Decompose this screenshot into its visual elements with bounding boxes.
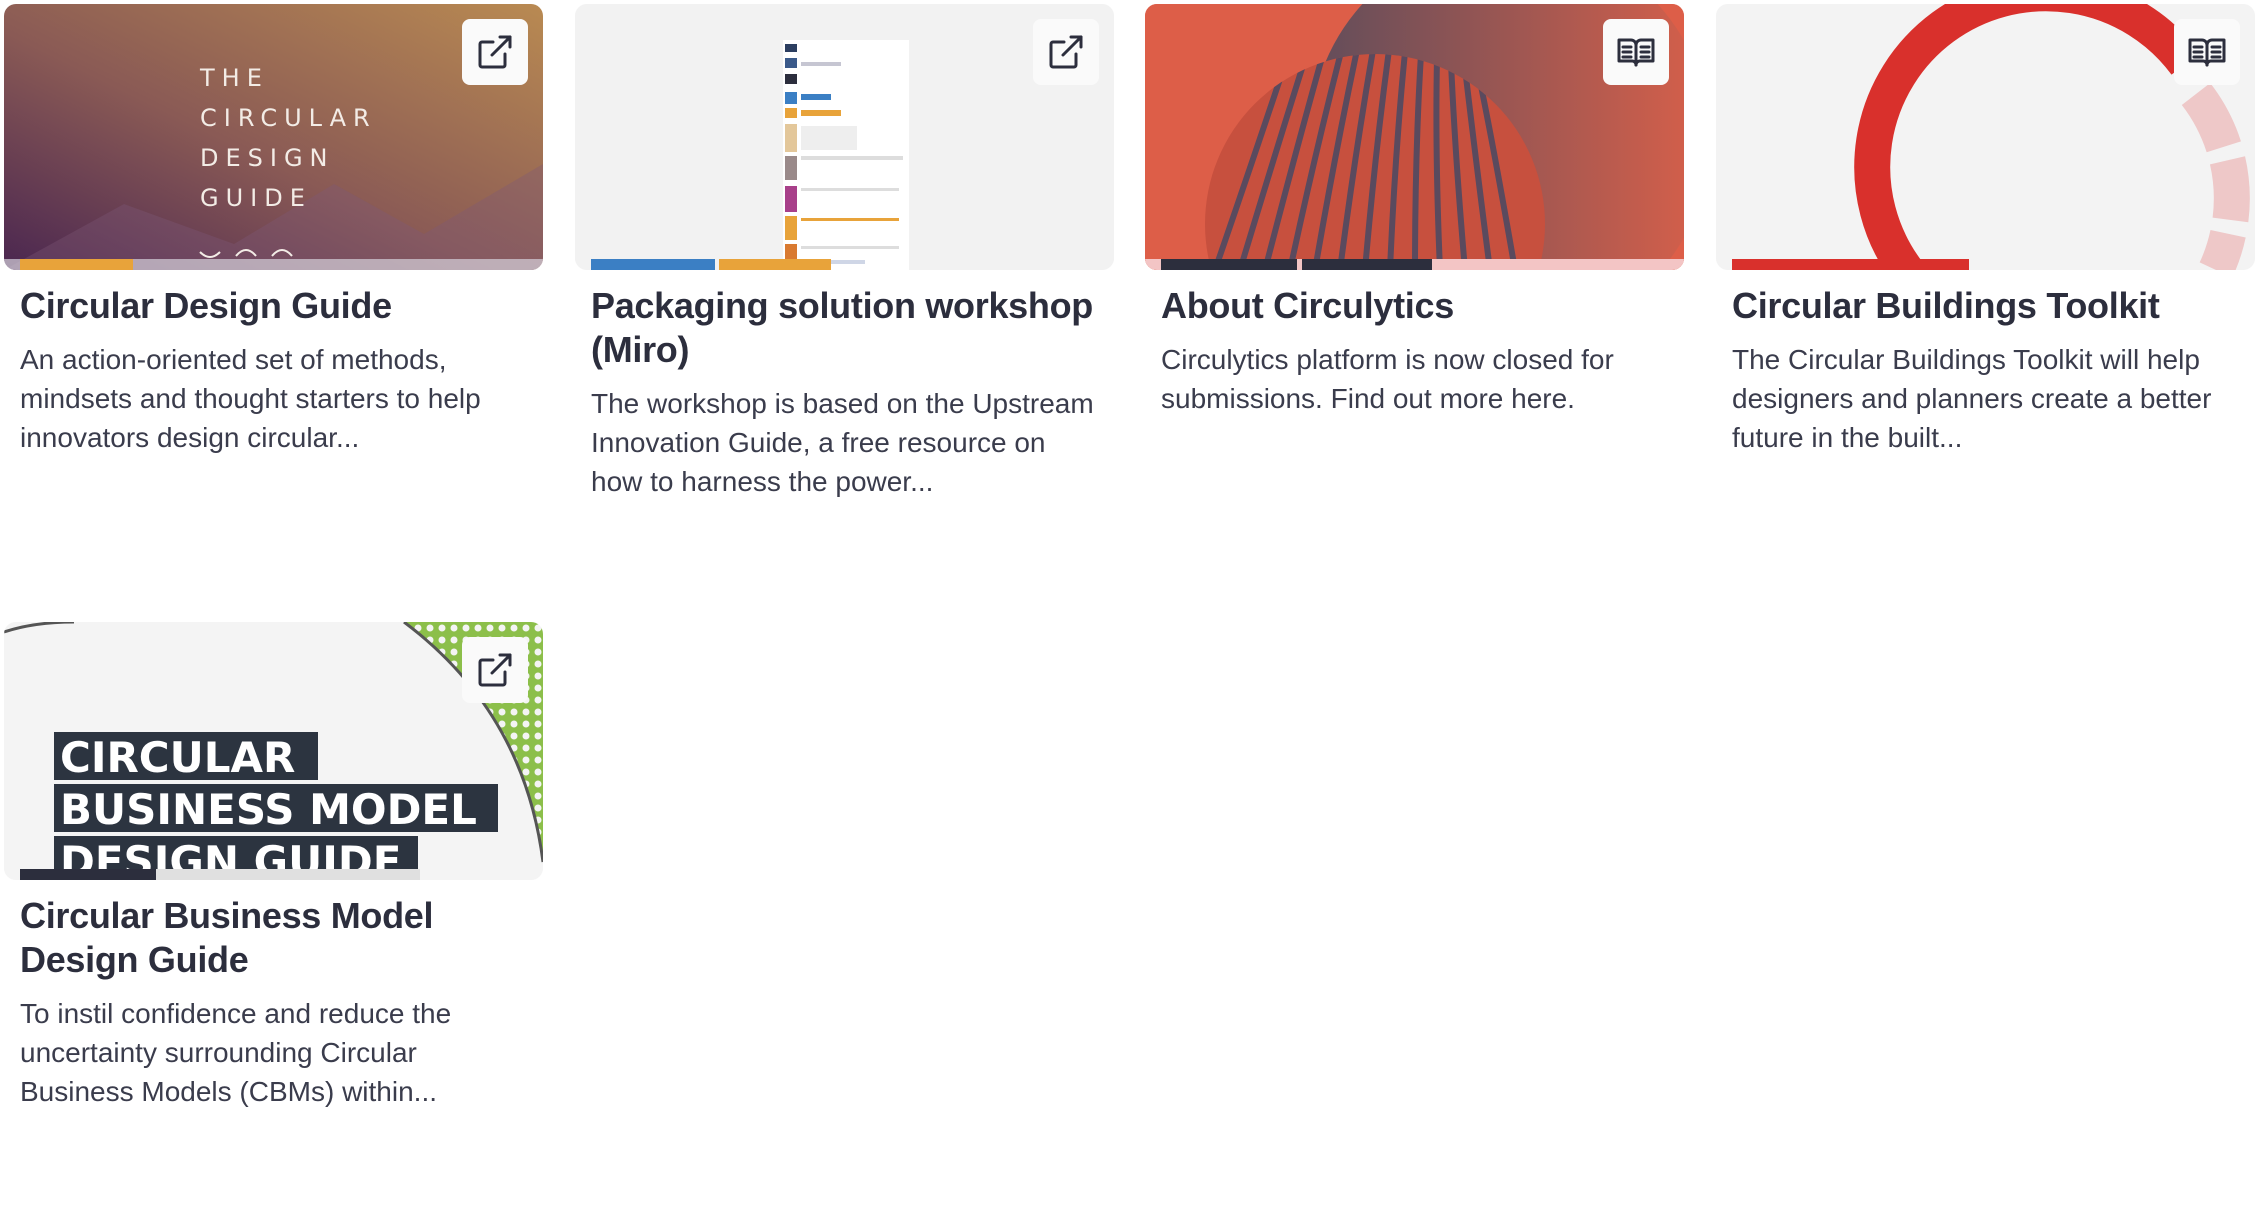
read-article-button[interactable] xyxy=(1603,19,1669,85)
thumbnail-text-line: THE xyxy=(199,64,269,92)
progress-segment xyxy=(20,259,133,270)
progress-segment xyxy=(1302,259,1432,270)
book-open-icon xyxy=(2188,38,2226,67)
resource-card[interactable]: THE CIRCULAR DESIGN GUIDE Circular Desig… xyxy=(4,4,543,457)
thumbnail-text-line: GUIDE xyxy=(200,184,312,212)
book-open-icon xyxy=(1617,38,1655,67)
progress-segment xyxy=(20,869,156,880)
card-thumbnail[interactable] xyxy=(1716,4,2255,270)
progress-segment xyxy=(1161,259,1297,270)
read-article-button[interactable] xyxy=(2174,19,2240,85)
progress-segment xyxy=(1732,259,1969,270)
card-thumbnail[interactable] xyxy=(1145,4,1684,270)
card-thumbnail[interactable]: CIRCULAR BUSINESS MODEL DESIGN GUIDE xyxy=(4,622,543,880)
progress-segment xyxy=(591,259,715,270)
card-description: The workshop is based on the Upstream In… xyxy=(591,388,1094,497)
card-thumbnail[interactable] xyxy=(575,4,1114,270)
resource-card[interactable]: Packaging solution workshop (Miro) The w… xyxy=(575,4,1114,501)
resource-card[interactable]: Circular Buildings Toolkit The Circular … xyxy=(1716,4,2255,457)
card-title[interactable]: Circular Design Guide xyxy=(20,284,527,328)
external-link-button[interactable] xyxy=(462,637,528,703)
external-link-icon xyxy=(478,35,512,69)
external-link-button[interactable] xyxy=(1033,19,1099,85)
thumbnail-text-line: CIRCULAR xyxy=(60,733,295,782)
resource-card[interactable]: About Circulytics Circulytics platform i… xyxy=(1145,4,1684,418)
card-description: Circulytics platform is now closed for s… xyxy=(1161,344,1614,414)
card-description: An action-oriented set of methods, minds… xyxy=(20,344,481,453)
progress-segment xyxy=(133,259,543,270)
thumbnail-text-line: DESIGN xyxy=(200,144,335,172)
thumbnail-text-line: CIRCULAR xyxy=(200,104,377,132)
thumbnail-text-line: BUSINESS MODEL xyxy=(60,785,477,834)
card-title[interactable]: Circular Buildings Toolkit xyxy=(1732,284,2239,328)
card-title[interactable]: Packaging solution workshop (Miro) xyxy=(591,284,1098,372)
progress-segment xyxy=(719,259,831,270)
card-title[interactable]: Circular Business Model Design Guide xyxy=(20,894,527,982)
card-title[interactable]: About Circulytics xyxy=(1161,284,1668,328)
external-link-icon xyxy=(1049,35,1083,69)
resource-card[interactable]: CIRCULAR BUSINESS MODEL DESIGN GUIDE Cir… xyxy=(4,622,543,1111)
card-description: To instil confidence and reduce the unce… xyxy=(20,998,452,1107)
external-link-button[interactable] xyxy=(462,19,528,85)
card-thumbnail[interactable]: THE CIRCULAR DESIGN GUIDE xyxy=(4,4,543,270)
external-link-icon xyxy=(478,653,512,687)
card-description: The Circular Buildings Toolkit will help… xyxy=(1732,344,2212,453)
